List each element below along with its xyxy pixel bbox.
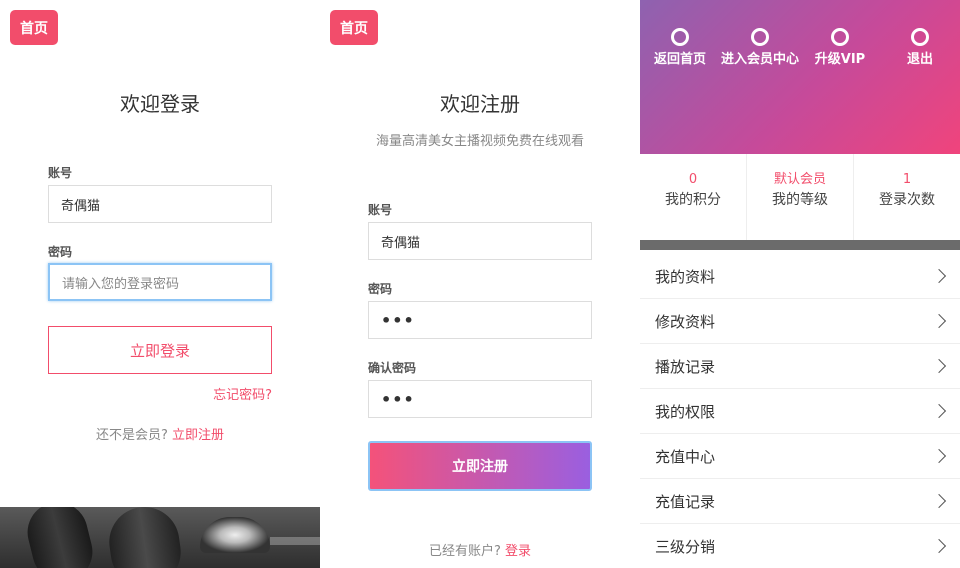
divider <box>640 240 960 250</box>
menu-item-label: 充值记录 <box>655 492 716 511</box>
member-menu: 我的资料 修改资料 播放记录 我的权限 充值中心 充值记录 三级分销 <box>640 254 960 568</box>
password-label: 密码 <box>368 282 393 296</box>
menu-item-label: 三级分销 <box>655 537 716 556</box>
stat-value: 0 <box>688 172 698 187</box>
stat-label: 我的等级 <box>772 192 828 208</box>
nav-upgrade-vip[interactable]: 升级VIP <box>800 28 880 72</box>
chevron-right-icon <box>931 358 947 374</box>
chevron-right-icon <box>931 403 947 419</box>
nav-logout[interactable]: 退出 <box>880 28 960 72</box>
confirm-password-input[interactable]: ••• <box>368 380 592 418</box>
login-prompt: 已经有账户? 登录 <box>320 540 640 559</box>
menu-item-recharge-history[interactable]: 充值记录 <box>640 479 960 524</box>
account-input[interactable]: 奇偶猫 <box>48 185 272 223</box>
menu-item-label: 我的权限 <box>655 402 716 421</box>
not-member-text: 还不是会员? <box>95 428 168 443</box>
menu-item-label: 我的资料 <box>655 267 716 286</box>
member-panel: 返回首页 进入会员中心 升级VIP 退出 0 我的积分 默认会员 我的等级 1 … <box>640 0 960 568</box>
menu-item-play-history[interactable]: 播放记录 <box>640 344 960 389</box>
stat-value: 1 <box>902 172 912 187</box>
menu-item-my-profile[interactable]: 我的资料 <box>640 254 960 299</box>
stat-value: 默认会员 <box>773 172 826 187</box>
menu-item-distribution[interactable]: 三级分销 <box>640 524 960 568</box>
menu-item-edit-profile[interactable]: 修改资料 <box>640 299 960 344</box>
nav-member-center[interactable]: 进入会员中心 <box>720 28 800 72</box>
home-button[interactable]: 首页 <box>330 10 378 45</box>
chevron-right-icon <box>931 268 947 284</box>
nav-logout-label: 退出 <box>906 52 933 67</box>
promo-photo <box>0 507 320 568</box>
stat-label: 登录次数 <box>879 192 935 208</box>
account-label: 账号 <box>48 166 73 180</box>
register-prompt: 还不是会员? 立即注册 <box>0 424 320 443</box>
stat-points: 0 我的积分 <box>640 154 746 240</box>
circle-icon <box>831 28 849 46</box>
password-input[interactable]: ••• <box>368 301 592 339</box>
login-button[interactable]: 立即登录 <box>48 326 272 374</box>
circle-icon <box>751 28 769 46</box>
nav-member-center-label: 进入会员中心 <box>720 52 799 67</box>
confirm-password-label: 确认密码 <box>368 361 417 375</box>
member-header: 返回首页 进入会员中心 升级VIP 退出 <box>640 0 960 154</box>
member-stats: 0 我的积分 默认会员 我的等级 1 登录次数 <box>640 154 960 240</box>
menu-item-label: 播放记录 <box>655 357 716 376</box>
account-label: 账号 <box>368 203 393 217</box>
circle-icon <box>911 28 929 46</box>
password-label: 密码 <box>48 245 73 259</box>
home-button[interactable]: 首页 <box>10 10 58 45</box>
circle-icon <box>671 28 689 46</box>
chevron-right-icon <box>931 538 947 554</box>
chevron-right-icon <box>931 448 947 464</box>
password-input[interactable]: 请输入您的登录密码 <box>48 263 272 301</box>
stat-login-count: 1 登录次数 <box>854 154 960 240</box>
register-link[interactable]: 立即注册 <box>172 428 224 443</box>
register-button[interactable]: 立即注册 <box>368 441 592 491</box>
forgot-password-link[interactable]: 忘记密码? <box>213 384 272 403</box>
nav-upgrade-vip-label: 升级VIP <box>814 52 866 67</box>
chevron-right-icon <box>931 313 947 329</box>
account-input[interactable]: 奇偶猫 <box>368 222 592 260</box>
page-subtitle: 海量高清美女主播视频免费在线观看 <box>375 134 584 149</box>
menu-item-recharge-center[interactable]: 充值中心 <box>640 434 960 479</box>
login-link[interactable]: 登录 <box>505 544 531 559</box>
chevron-right-icon <box>931 493 947 509</box>
have-account-text: 已经有账户? <box>428 544 501 559</box>
menu-item-label: 修改资料 <box>655 312 716 331</box>
menu-item-permissions[interactable]: 我的权限 <box>640 389 960 434</box>
stat-level: 默认会员 我的等级 <box>746 154 854 240</box>
page-title: 欢迎注册 <box>440 92 520 116</box>
nav-home[interactable]: 返回首页 <box>640 28 720 72</box>
login-panel: 首页 欢迎登录 账号 奇偶猫 密码 请输入您的登录密码 立即登录 忘记密码? 还… <box>0 0 320 568</box>
register-panel: 首页 欢迎注册 海量高清美女主播视频免费在线观看 账号 奇偶猫 密码 ••• 确… <box>320 0 640 568</box>
page-title: 欢迎登录 <box>120 92 200 116</box>
menu-item-label: 充值中心 <box>655 447 716 466</box>
nav-home-label: 返回首页 <box>653 52 706 67</box>
stat-label: 我的积分 <box>665 192 721 208</box>
